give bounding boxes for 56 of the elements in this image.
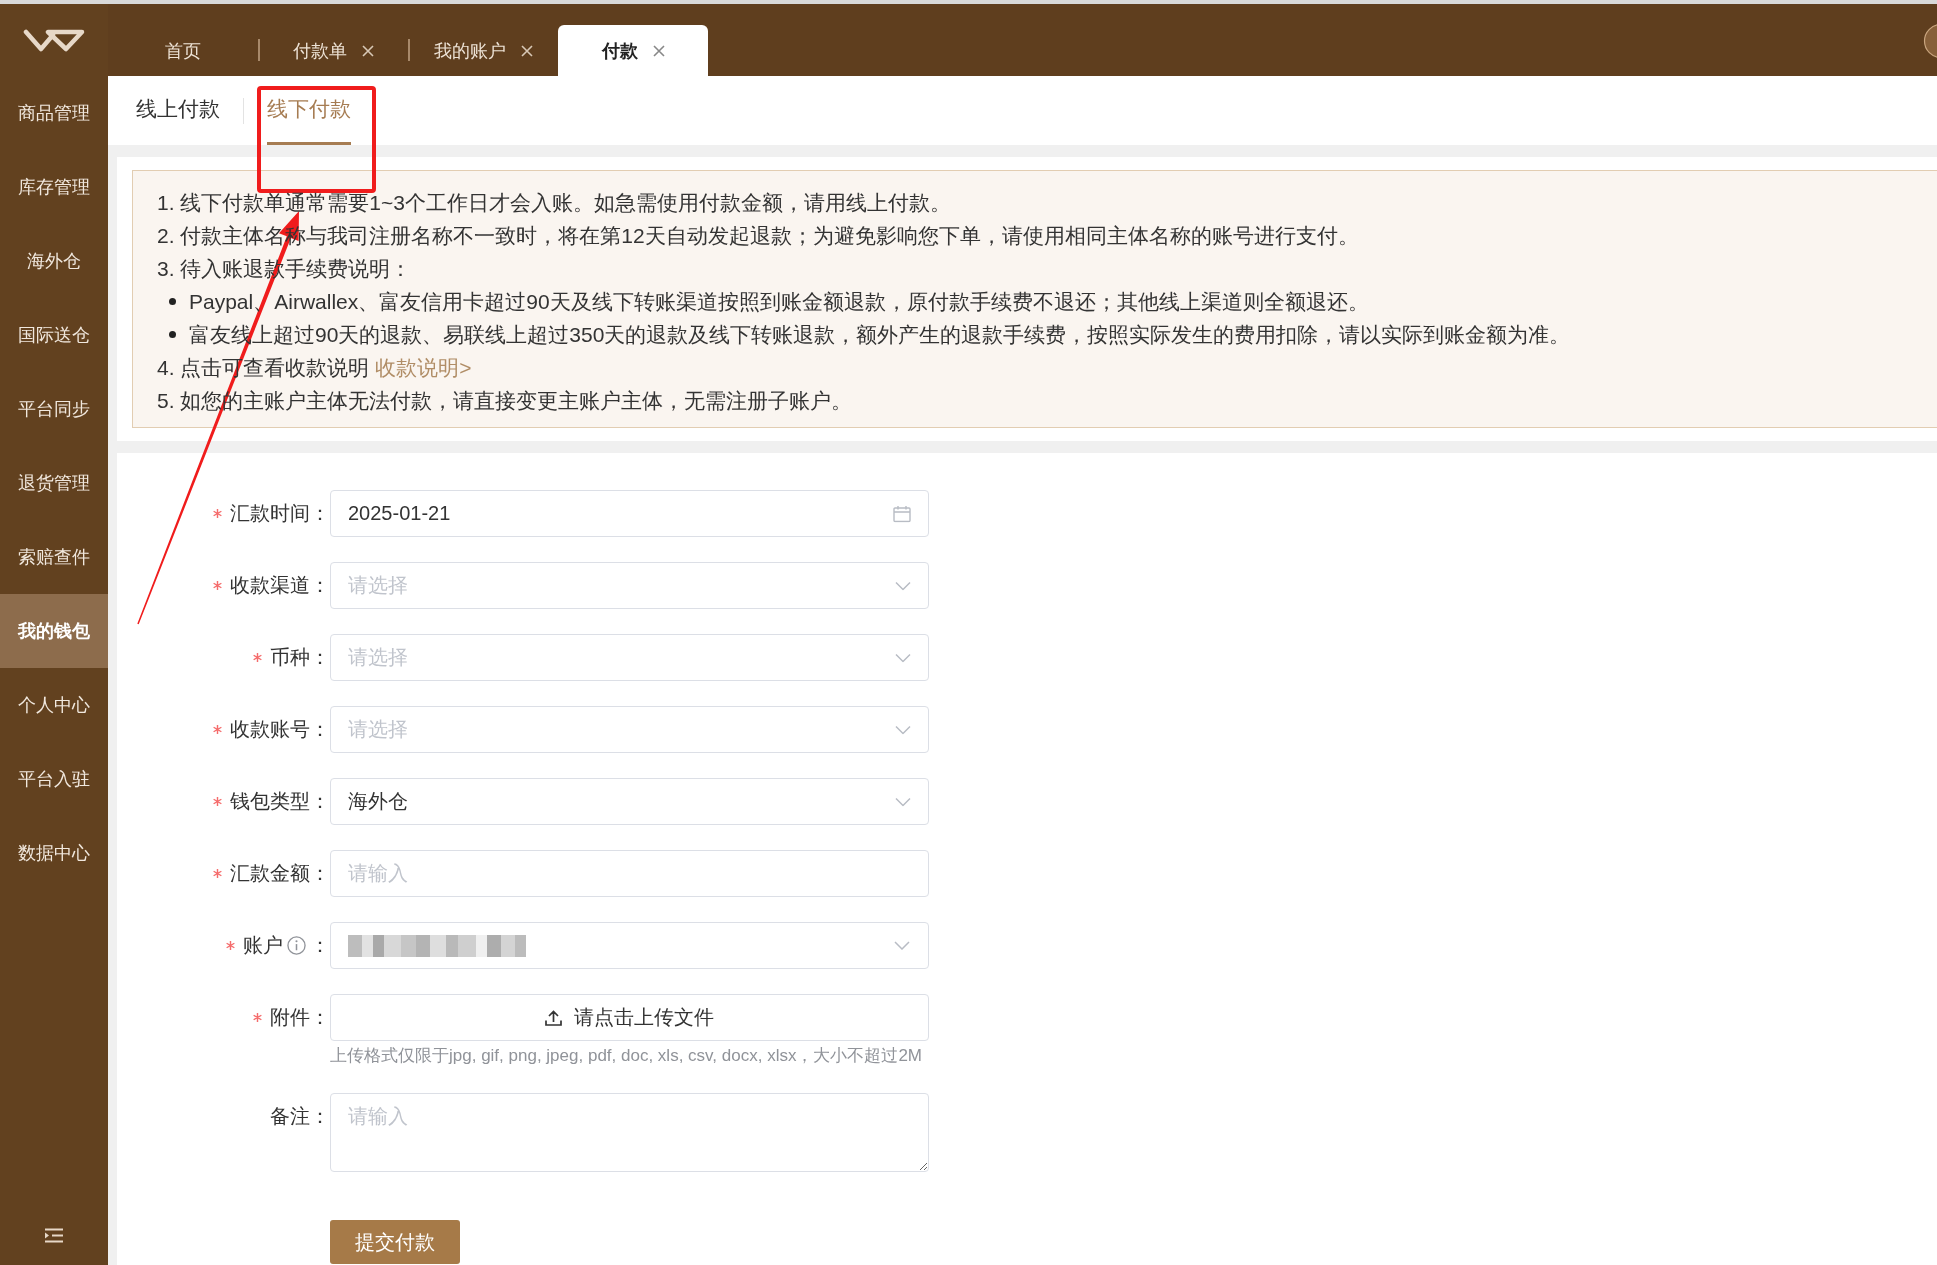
form-label: 汇款时间： bbox=[230, 501, 330, 526]
avatar-icon[interactable] bbox=[1923, 23, 1937, 59]
payment-method-tab[interactable]: 线上付款 bbox=[136, 76, 220, 145]
bullet-icon bbox=[169, 331, 176, 338]
sidebar-item[interactable]: 平台同步 bbox=[0, 372, 108, 446]
upload-button[interactable]: 请点击上传文件 bbox=[330, 994, 929, 1041]
submit-button[interactable]: 提交付款 bbox=[330, 1220, 460, 1264]
close-icon[interactable] bbox=[361, 44, 374, 57]
form-label: 附件： bbox=[270, 1005, 330, 1030]
chevron-down-icon bbox=[895, 725, 911, 734]
textarea-field[interactable]: 请输入 bbox=[330, 1093, 929, 1172]
sidebar-item[interactable]: 国际送仓 bbox=[0, 298, 108, 372]
text-field[interactable]: 请输入 bbox=[330, 850, 929, 897]
sidebar-item[interactable]: 平台入驻 bbox=[0, 742, 108, 816]
info-icon[interactable] bbox=[287, 936, 306, 955]
form-label: 币种： bbox=[270, 645, 330, 670]
sidebar-item[interactable]: 索赔查件 bbox=[0, 520, 108, 594]
chevron-down-icon bbox=[895, 797, 911, 806]
select-field[interactable]: 请选择 bbox=[330, 562, 929, 609]
upload-hint: 上传格式仅限于jpg, gif, png, jpeg, pdf, doc, xls, csv, docx, xlsx，大小不超过2M bbox=[330, 1045, 923, 1067]
page-tab[interactable]: 我的账户 bbox=[408, 25, 558, 76]
form-label: 收款账号： bbox=[230, 717, 330, 742]
logo-icon[interactable] bbox=[23, 28, 85, 52]
chevron-down-icon bbox=[895, 581, 911, 590]
page-tab[interactable]: 付款单 bbox=[258, 25, 408, 76]
calendar-icon bbox=[893, 505, 911, 522]
notice-line: 1. 线下付款单通常需要1~3个工作日才会入账。如急需使用付款金额，请用线上付款。 bbox=[157, 190, 952, 216]
form-label: 账户 bbox=[243, 933, 283, 958]
form-label: 备注： bbox=[270, 1104, 330, 1129]
close-icon[interactable] bbox=[520, 44, 533, 57]
sidebar-item[interactable]: 个人中心 bbox=[0, 668, 108, 742]
select-field[interactable]: 请选择 bbox=[330, 706, 929, 753]
select-field[interactable] bbox=[330, 922, 929, 969]
select-field[interactable]: 海外仓 bbox=[330, 778, 929, 825]
sidebar-item[interactable]: 库存管理 bbox=[0, 150, 108, 224]
menu-fold-icon[interactable] bbox=[44, 1228, 64, 1243]
upload-icon bbox=[544, 1009, 562, 1026]
form-label: 收款渠道： bbox=[230, 573, 330, 598]
sidebar-item[interactable]: 我的钱包 bbox=[0, 594, 108, 668]
form-label: ： bbox=[310, 933, 330, 958]
close-icon[interactable] bbox=[652, 44, 665, 57]
sidebar-item[interactable]: 退货管理 bbox=[0, 446, 108, 520]
form-label: 钱包类型： bbox=[230, 789, 330, 814]
notice-line: Paypal、Airwallex、富友信用卡超过90天及线下转账渠道按照到账金额退款，原付款手续费不退还；其他线上渠道则全额退还。 bbox=[189, 289, 1369, 315]
sidebar-item[interactable]: 数据中心 bbox=[0, 816, 108, 890]
sidebar-item[interactable]: 商品管理 bbox=[0, 76, 108, 150]
sidebar-item[interactable]: 海外仓 bbox=[0, 224, 108, 298]
page-tab[interactable]: 首页 bbox=[108, 25, 258, 76]
page-tab[interactable]: 付款 bbox=[558, 25, 708, 76]
chevron-down-icon bbox=[895, 653, 911, 662]
payment-method-tab[interactable]: 线下付款 bbox=[267, 76, 351, 145]
form-label: 汇款金额： bbox=[230, 861, 330, 886]
select-field[interactable]: 请选择 bbox=[330, 634, 929, 681]
date-field[interactable]: 2025-01-21 bbox=[330, 490, 929, 537]
bullet-icon bbox=[169, 298, 176, 305]
chevron-down-icon bbox=[894, 941, 910, 950]
